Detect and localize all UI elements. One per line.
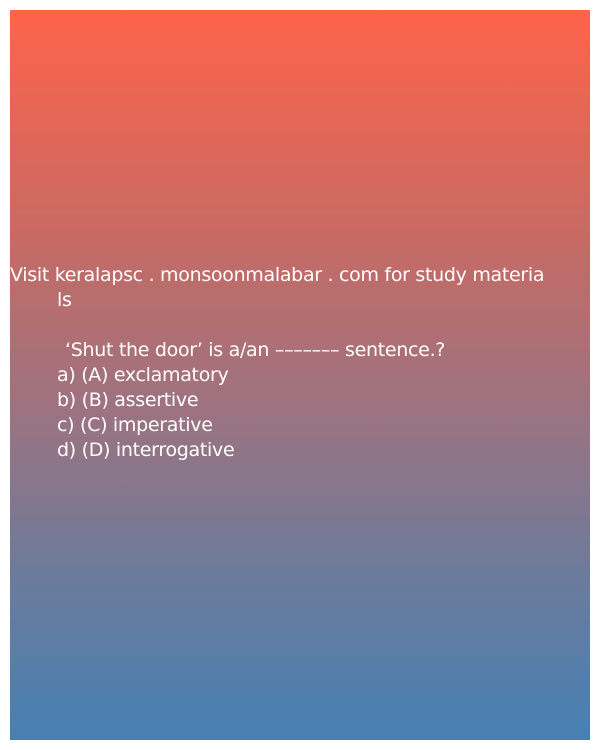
option-a[interactable]: a) (A) exclamatory (57, 363, 590, 388)
promo-line-2: ls (57, 289, 72, 311)
option-c[interactable]: c) (C) imperative (57, 413, 590, 438)
promo-text: Visit keralapsc . monsoonmalabar . com f… (10, 263, 590, 313)
option-b[interactable]: b) (B) assertive (57, 388, 590, 413)
question-text: ‘Shut the door’ is a/an ––––––– sentence… (65, 339, 446, 361)
card-content: Visit keralapsc . monsoonmalabar . com f… (10, 263, 590, 463)
option-d[interactable]: d) (D) interrogative (57, 438, 590, 463)
promo-line-1: Visit keralapsc . monsoonmalabar . com f… (10, 264, 545, 286)
options-list: a) (A) exclamatory b) (B) assertive c) (… (10, 363, 590, 463)
question-card: Visit keralapsc . monsoonmalabar . com f… (10, 10, 590, 740)
